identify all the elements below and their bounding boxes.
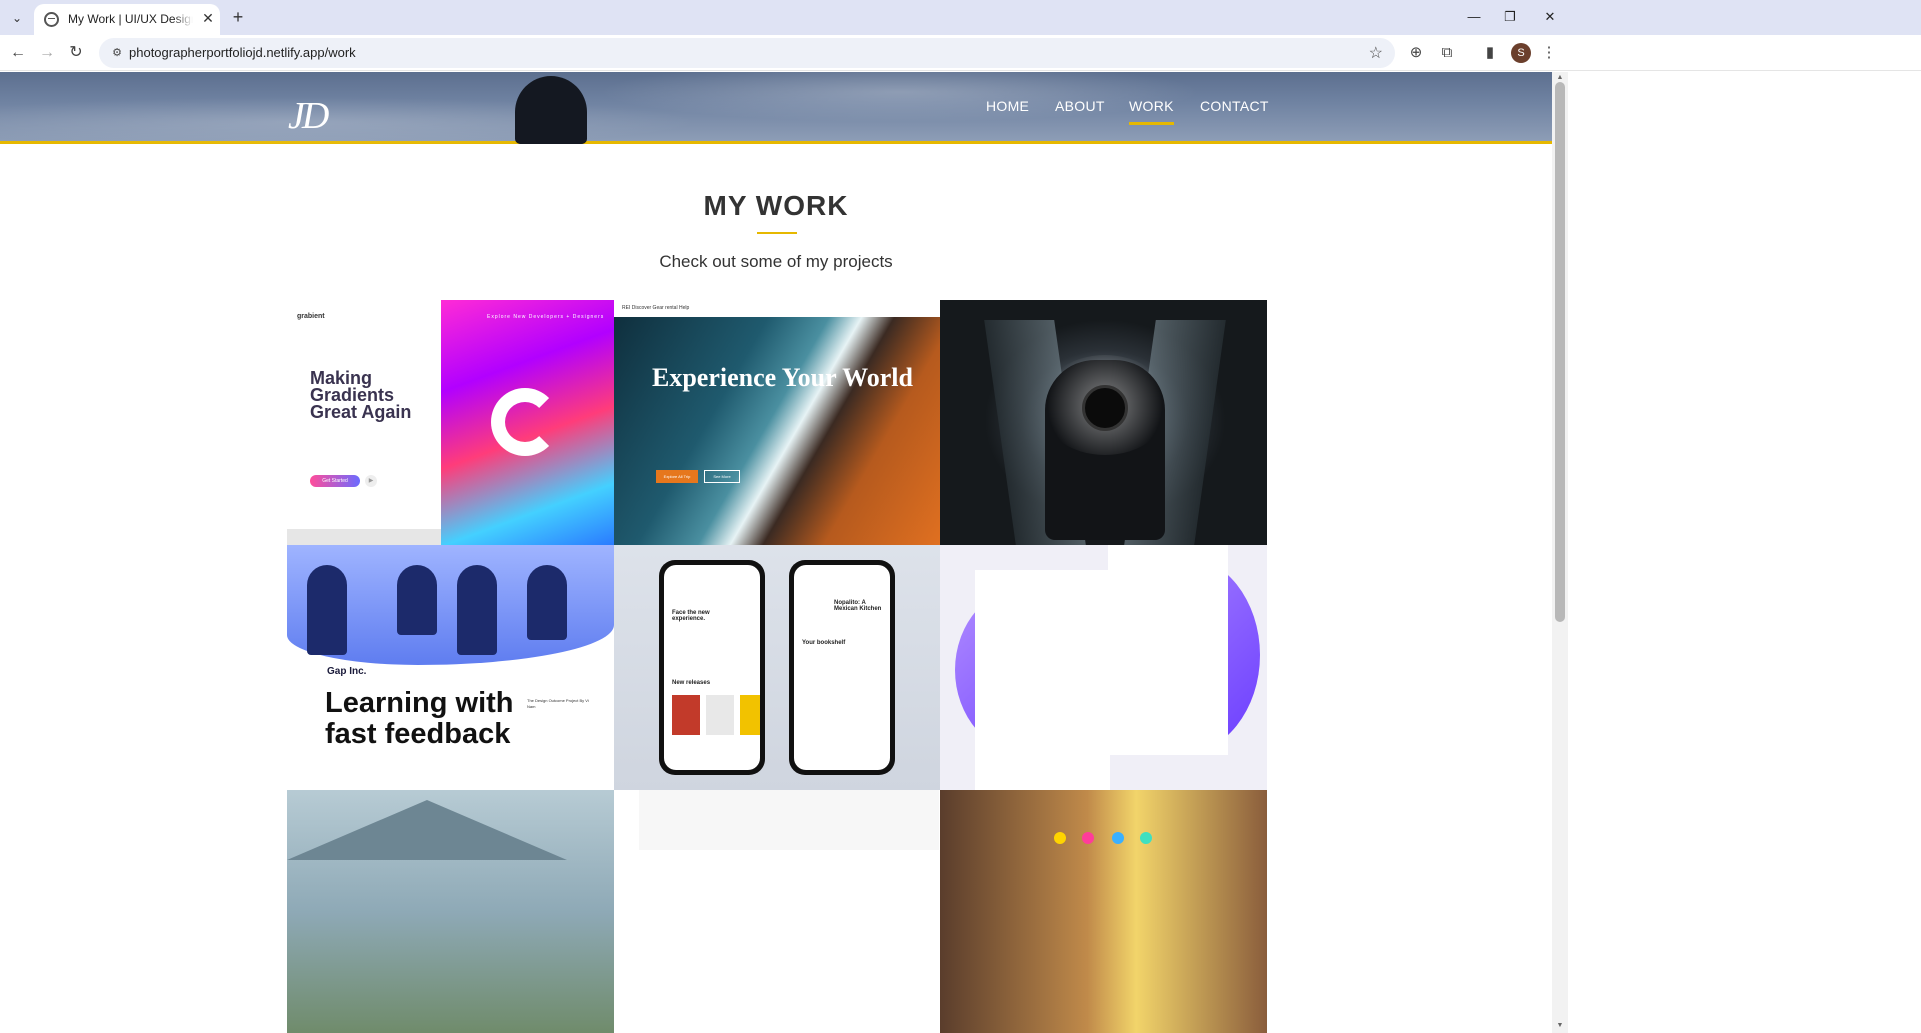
page-subtitle: Check out some of my projects	[659, 252, 893, 271]
tile-cta-secondary: See More	[704, 470, 740, 483]
side-panel-icon[interactable]: ▮	[1479, 42, 1501, 64]
header-background	[0, 72, 1552, 144]
page-scrollbar[interactable]: ▲ ▼	[1552, 72, 1568, 1033]
book-cover	[740, 695, 760, 735]
mountain-shape	[287, 800, 567, 860]
tile-navbar: REI Discover Gear rental Help	[614, 300, 941, 317]
new-tab-button[interactable]: +	[228, 7, 248, 27]
project-tile-books[interactable]: Face the new experience. New releases No…	[614, 545, 941, 790]
reload-icon[interactable]: ↻	[65, 42, 87, 64]
tile-headline: Making Gradients Great Again	[310, 368, 412, 422]
minimize-button[interactable]: —	[1464, 8, 1484, 26]
tile-menu: Explore New Developers + Designers	[487, 314, 605, 320]
forward-icon[interactable]: →	[36, 42, 58, 64]
phone-mockup: Face the new experience. New releases	[659, 560, 765, 775]
globe-icon	[44, 12, 59, 27]
color-dot	[1140, 832, 1152, 844]
scroll-thumb[interactable]	[1555, 82, 1565, 622]
project-tile-grabient[interactable]: Explore New Developers + Designers grabi…	[287, 300, 614, 545]
book-cover	[706, 695, 734, 735]
figure-shape	[307, 565, 347, 655]
tile-caption: The Design Outcome Project By Vi Nam	[527, 698, 589, 709]
tile-headline: Experience Your World	[652, 363, 913, 392]
landing-mockup	[975, 570, 1110, 790]
tile-headline: Learning with fast feedback	[325, 687, 514, 750]
nav-home[interactable]: HOME	[986, 98, 1029, 114]
translate-icon[interactable]: ⊕	[1405, 42, 1427, 64]
color-dot	[1112, 832, 1124, 844]
camera-icon	[1082, 385, 1128, 431]
tile-brand: Gap Inc.	[327, 666, 367, 677]
project-grid: Explore New Developers + Designers grabi…	[287, 300, 1267, 1033]
landing-mockup	[1108, 545, 1228, 755]
extensions-icon[interactable]: ⧉	[1436, 42, 1458, 64]
browser-toolbar: ← → ↻ ⚙ photographerportfoliojd.netlify.…	[0, 35, 1921, 71]
project-tile-concert[interactable]	[940, 790, 1267, 1033]
phone-headline: Nopalito: A Mexican Kitchen	[834, 600, 882, 612]
project-tile-food[interactable]	[614, 790, 941, 1033]
phone-mockup: Nopalito: A Mexican Kitchen Your bookshe…	[789, 560, 895, 775]
tile-cta: Explore All Trip	[656, 470, 698, 483]
figure-shape	[397, 565, 437, 635]
close-window-button[interactable]: ✕	[1540, 8, 1560, 26]
close-tab-icon[interactable]: ✕	[200, 10, 216, 26]
page-title: MY WORK	[703, 190, 849, 221]
food-mockup	[639, 790, 939, 850]
project-tile-gap[interactable]: Gap Inc. Learning with fast feedback The…	[287, 545, 614, 790]
profile-avatar[interactable]: S	[1511, 43, 1531, 63]
site-header: JD HOME ABOUT WORK CONTACT	[0, 72, 1552, 144]
scroll-up-arrow[interactable]: ▲	[1555, 74, 1565, 82]
tile-footer	[287, 529, 441, 545]
phone-section: Your bookshelf	[802, 640, 846, 646]
restore-button[interactable]: ❐	[1500, 8, 1520, 26]
site-logo[interactable]: JD	[288, 94, 329, 138]
figure-shape	[457, 565, 497, 655]
color-dot	[1054, 832, 1066, 844]
header-person-silhouette	[515, 76, 587, 144]
scroll-down-arrow[interactable]: ▼	[1555, 1022, 1565, 1030]
browser-tabstrip: ⌄ My Work | UI/UX Designer & Photographe…	[0, 0, 1921, 35]
project-tile-photographer[interactable]	[940, 300, 1267, 545]
figure-shape	[527, 565, 567, 640]
phone-headline: Face the new experience.	[672, 610, 710, 622]
url-text[interactable]: photographerportfoliojd.netlify.app/work	[129, 45, 356, 60]
phone-section: New releases	[672, 680, 711, 686]
nav-contact[interactable]: CONTACT	[1200, 98, 1269, 114]
tab-search-icon[interactable]: ⌄	[8, 9, 26, 27]
book-cover	[672, 695, 700, 735]
tile-brand: grabient	[297, 313, 325, 320]
title-underline	[757, 232, 797, 234]
bookmark-star-icon[interactable]: ☆	[1369, 43, 1383, 63]
tile-panel	[287, 300, 441, 545]
browser-tab[interactable]: My Work | UI/UX Designer & Photographer …	[34, 4, 220, 35]
back-icon[interactable]: ←	[7, 42, 29, 64]
tile-cta: Get Started	[310, 475, 360, 487]
play-icon: ▶	[365, 475, 377, 487]
nav-about[interactable]: ABOUT	[1055, 98, 1105, 114]
color-dot	[1082, 832, 1094, 844]
site-info-icon[interactable]: ⚙	[109, 45, 125, 61]
project-tile-mountains[interactable]	[287, 790, 614, 1033]
tab-title: My Work | UI/UX Designer & Photographer	[68, 12, 193, 26]
g-logo-icon	[491, 388, 559, 456]
project-tile-travel[interactable]: REI Discover Gear rental Help Experience…	[614, 300, 941, 545]
window-gutter	[1568, 72, 1921, 1033]
project-tile-landing[interactable]	[940, 545, 1267, 790]
page-viewport: JD HOME ABOUT WORK CONTACT MY WORK Check…	[0, 72, 1552, 1033]
nav-work[interactable]: WORK	[1129, 98, 1174, 125]
menu-kebab-icon[interactable]: ⋮	[1538, 42, 1560, 64]
address-bar[interactable]: ⚙ photographerportfoliojd.netlify.app/wo…	[99, 38, 1395, 68]
